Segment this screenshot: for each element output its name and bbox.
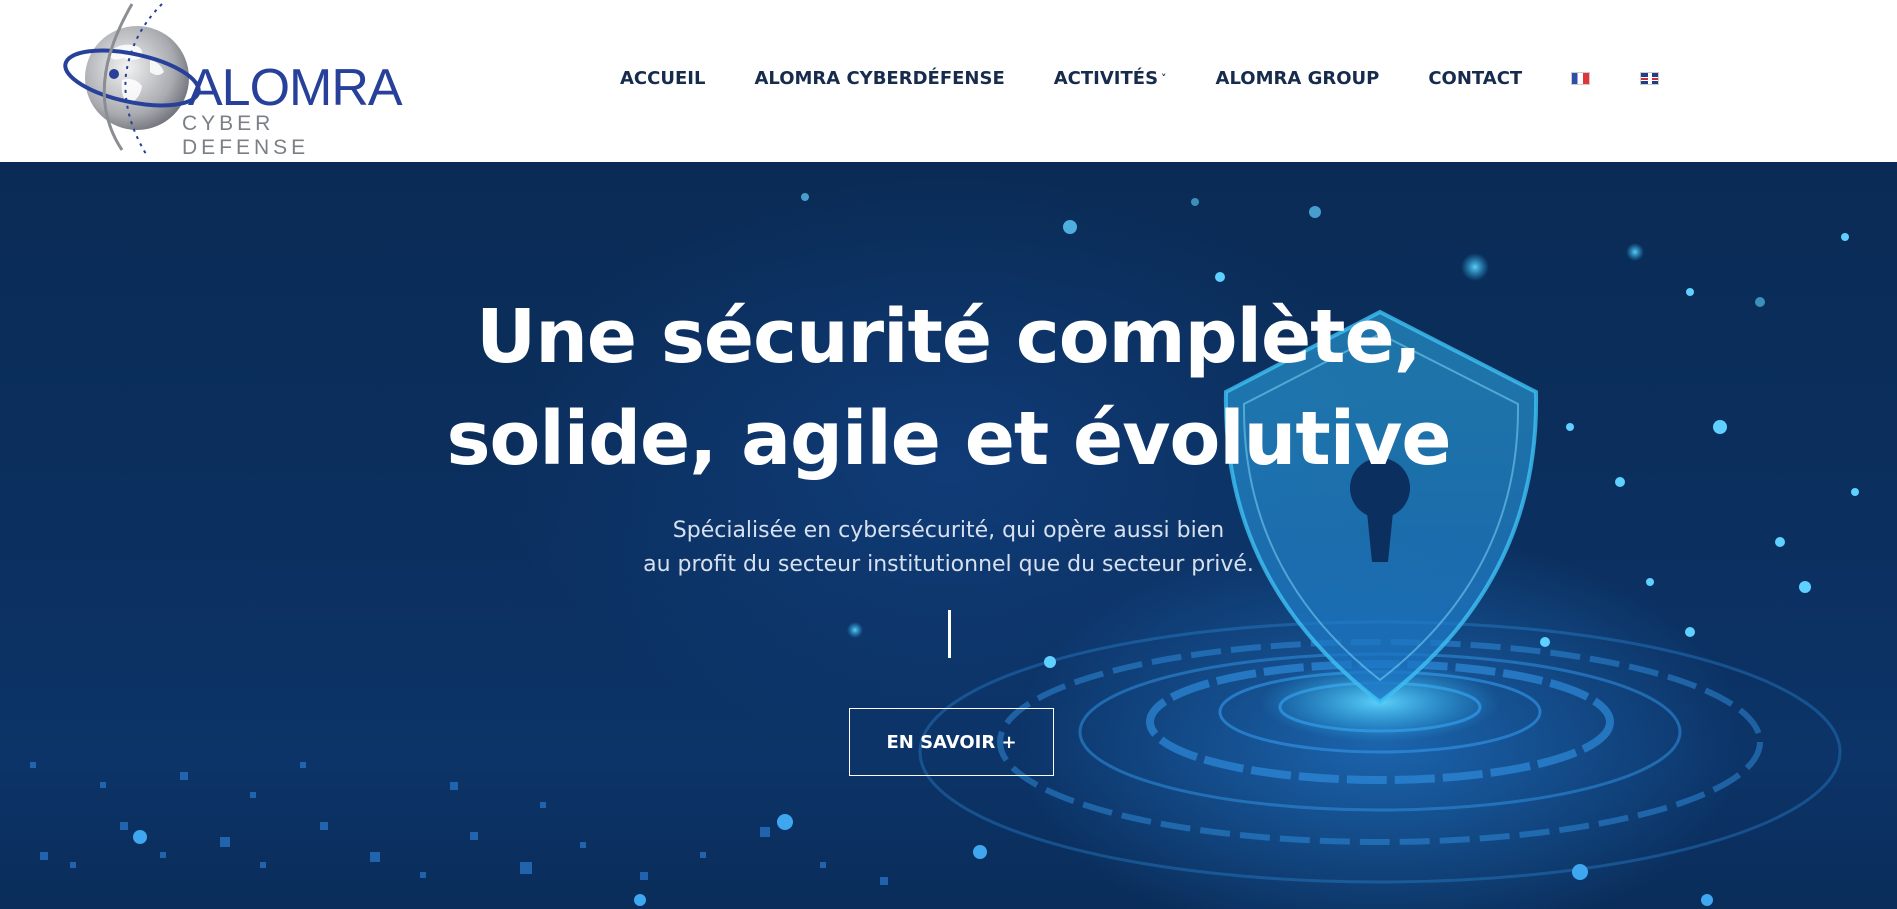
nav-item-contact[interactable]: CONTACT xyxy=(1428,68,1522,89)
hero-headline: Une sécurité complète, solide, agile et … xyxy=(0,286,1897,490)
nav-label-contact: CONTACT xyxy=(1428,68,1523,89)
nav-item-alomra-group[interactable]: ALOMRA GROUP xyxy=(1216,68,1380,89)
nav-label-accueil: ACCUEIL xyxy=(620,68,706,89)
hero-subtext: Spécialisée en cybersécurité, qui opère … xyxy=(0,514,1897,582)
hero-subtext-line1: Spécialisée en cybersécurité, qui opère … xyxy=(672,518,1225,543)
en-savoir-button[interactable]: EN SAVOIR + xyxy=(849,708,1054,776)
site-header: ALOMRA CYBER DEFENSE ACCUEIL ALOMRA CYBE… xyxy=(0,0,1897,162)
logo-subtitle: CYBER DEFENSE xyxy=(182,112,310,159)
hero-subtext-line2: au profit du secteur institutionnel que … xyxy=(643,552,1254,577)
nav-label-alomra-group: ALOMRA GROUP xyxy=(1215,68,1380,89)
nav-label-activites: ACTIVITÉS xyxy=(1053,68,1159,89)
globe-logo-icon xyxy=(63,3,201,155)
site-logo[interactable]: ALOMRA CYBER DEFENSE xyxy=(62,0,403,159)
hero-headline-line1: Une sécurité complète, xyxy=(476,294,1422,380)
hero-banner: Une sécurité complète, solide, agile et … xyxy=(0,162,1897,909)
hero-divider xyxy=(948,610,951,658)
uk-flag-icon[interactable] xyxy=(1640,72,1660,85)
digital-floor xyxy=(30,762,888,885)
chevron-down-icon: ˅ xyxy=(1161,72,1167,85)
main-nav: ACCUEIL ALOMRA CYBERDÉFENSE ACTIVITÉS ˅ A… xyxy=(620,68,1660,89)
nav-item-activites[interactable]: ACTIVITÉS ˅ xyxy=(1054,68,1167,89)
hero-headline-line2: solide, agile et évolutive xyxy=(446,396,1451,482)
nav-label-alomra-cyberdefense: ALOMRA CYBERDÉFENSE xyxy=(754,68,1005,89)
nav-item-alomra-cyberdefense[interactable]: ALOMRA CYBERDÉFENSE xyxy=(754,68,1004,89)
fr-flag-icon[interactable] xyxy=(1571,72,1591,85)
nav-item-accueil[interactable]: ACCUEIL xyxy=(620,68,705,89)
logo-title: ALOMRA xyxy=(188,59,403,117)
